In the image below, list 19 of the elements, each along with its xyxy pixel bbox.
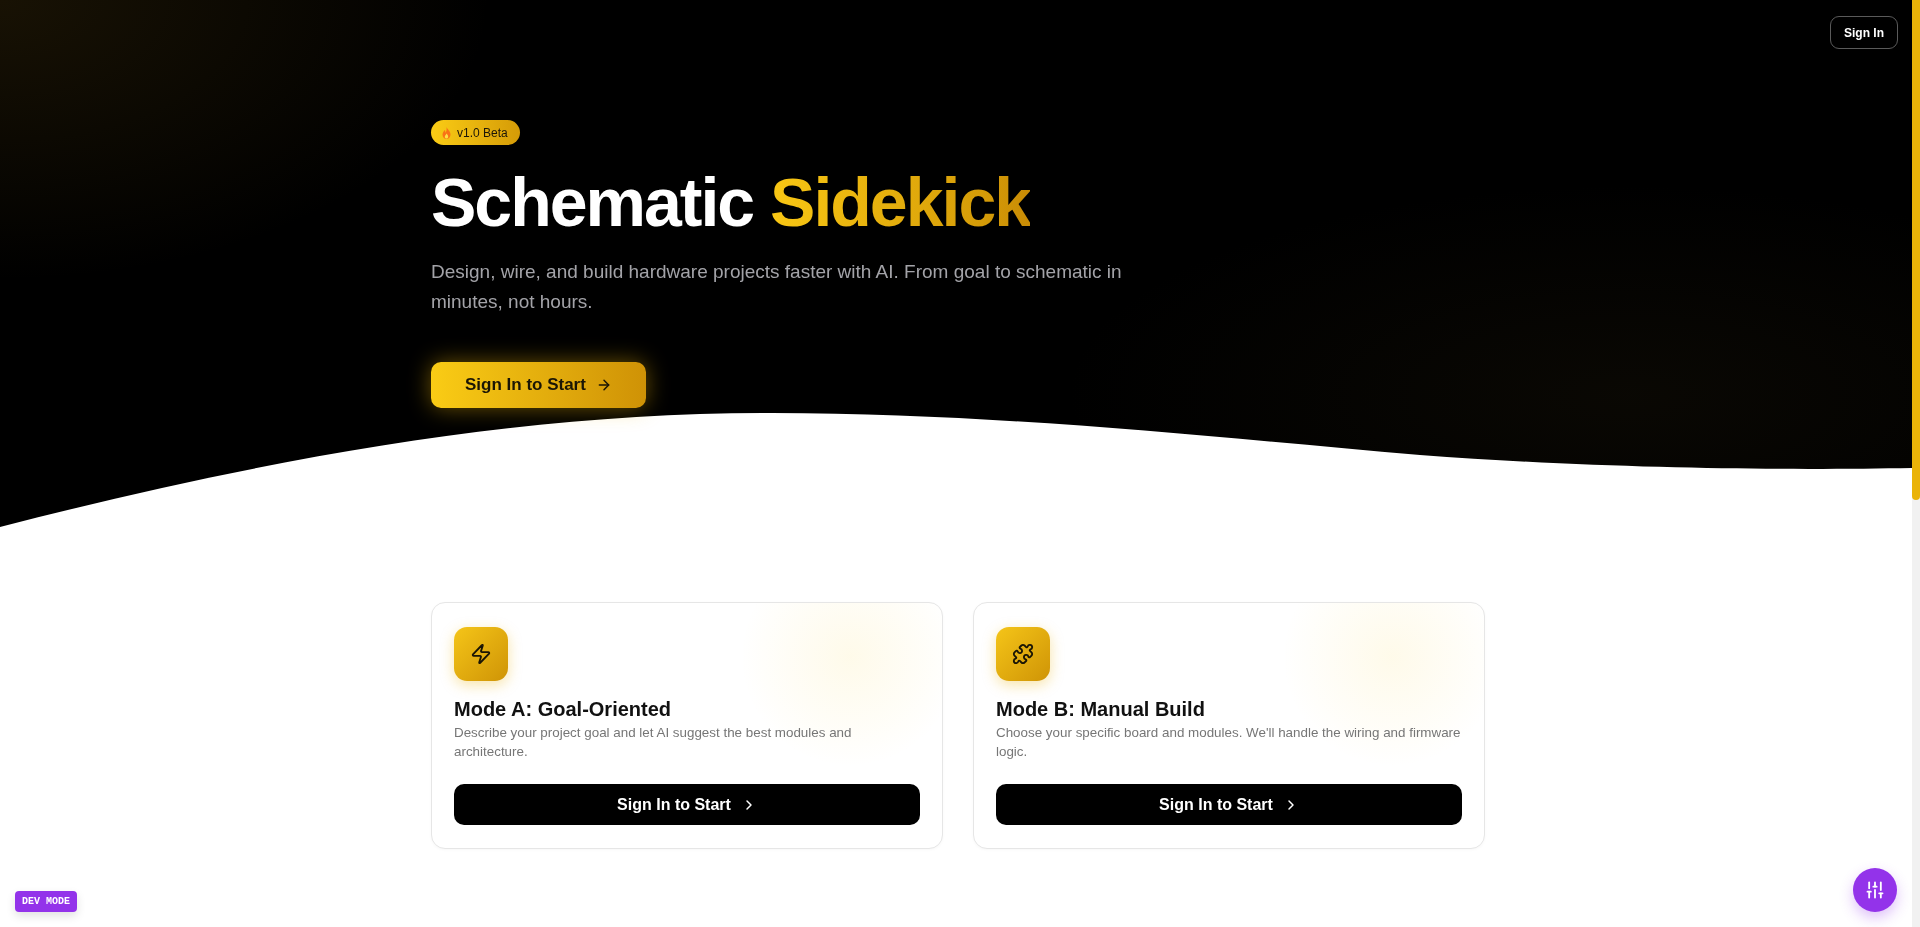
- scrollbar-thumb[interactable]: [1912, 0, 1920, 500]
- dev-mode-label: DEV MODE: [15, 891, 77, 912]
- sign-in-to-start-button[interactable]: Sign In to Start: [996, 784, 1462, 825]
- sign-in-to-start-button[interactable]: Sign In to Start: [454, 784, 920, 825]
- hero-title: Schematic Sidekick: [431, 165, 1031, 240]
- scrollbar-track[interactable]: [1912, 0, 1920, 927]
- card-title: Mode B: Manual Build: [996, 697, 1206, 722]
- lightning-icon: [454, 627, 508, 681]
- flame-icon: [442, 126, 451, 139]
- sliders-icon: [1865, 880, 1885, 900]
- card-title: Mode A: Goal-Oriented: [454, 697, 673, 722]
- version-label: v1.0 Beta: [457, 125, 508, 140]
- card-description: Describe your project goal and let AI suggest the best modules and architecture.: [454, 724, 853, 761]
- adjustments-button[interactable]: [1853, 868, 1897, 912]
- sign-in-button[interactable]: Sign In: [1830, 16, 1898, 49]
- puzzle-icon: [996, 627, 1050, 681]
- card-description: Choose your specific board and modules. We'll handle the wiring and firmware logic.: [996, 724, 1462, 761]
- sign-in-to-start-button[interactable]: Sign In to Start: [431, 362, 646, 408]
- hero-subtitle: Design, wire, and build hardware projects faster with AI. From goal to schematic in minutes, not hours.: [431, 260, 1123, 314]
